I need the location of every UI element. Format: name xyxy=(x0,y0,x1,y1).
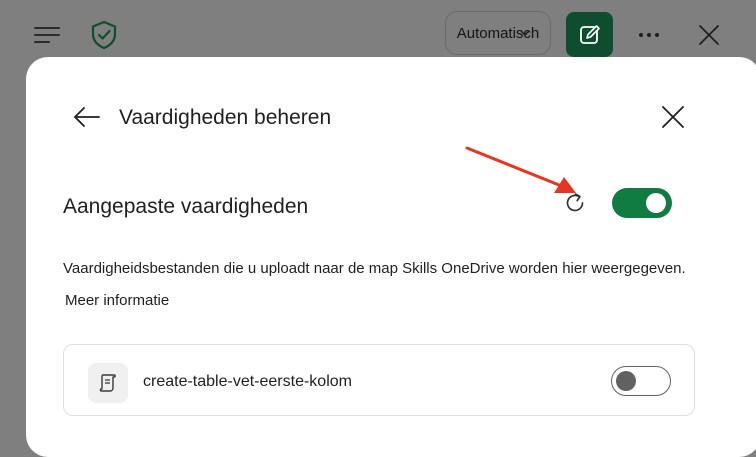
menu-icon[interactable] xyxy=(32,22,62,48)
skill-toggle[interactable] xyxy=(611,366,671,396)
dialog-title: Vaardigheden beheren xyxy=(119,106,332,129)
more-icon[interactable] xyxy=(632,22,666,48)
shield-check-icon[interactable] xyxy=(90,20,118,50)
mode-select[interactable]: Automatisch xyxy=(445,11,551,55)
refresh-icon xyxy=(566,193,584,212)
skill-card: create-table-vet-eerste-kolom xyxy=(63,344,695,416)
description-text: Vaardigheidsbestanden die u uploadt naar… xyxy=(63,260,686,277)
section-label: Aangepaste vaardigheden xyxy=(63,195,309,218)
arrow-left-icon xyxy=(74,107,100,127)
manage-skills-dialog: Vaardigheden beheren Aangepaste vaardigh… xyxy=(26,57,756,457)
chevron-down-icon xyxy=(520,30,530,37)
more-info-link[interactable]: Meer informatie xyxy=(65,292,169,309)
close-icon[interactable] xyxy=(696,22,722,48)
skill-name: create-table-vet-eerste-kolom xyxy=(143,373,352,390)
compose-button[interactable] xyxy=(566,12,613,57)
toggle-knob xyxy=(646,193,666,213)
scroll-document-icon xyxy=(99,374,116,392)
toggle-knob xyxy=(616,370,636,391)
custom-skills-toggle[interactable] xyxy=(612,188,672,218)
back-button[interactable] xyxy=(72,105,102,129)
close-dialog-button[interactable] xyxy=(661,105,685,129)
refresh-button[interactable] xyxy=(562,190,588,216)
compose-icon xyxy=(579,24,600,44)
close-icon xyxy=(662,106,684,128)
skill-icon-box xyxy=(88,363,128,403)
